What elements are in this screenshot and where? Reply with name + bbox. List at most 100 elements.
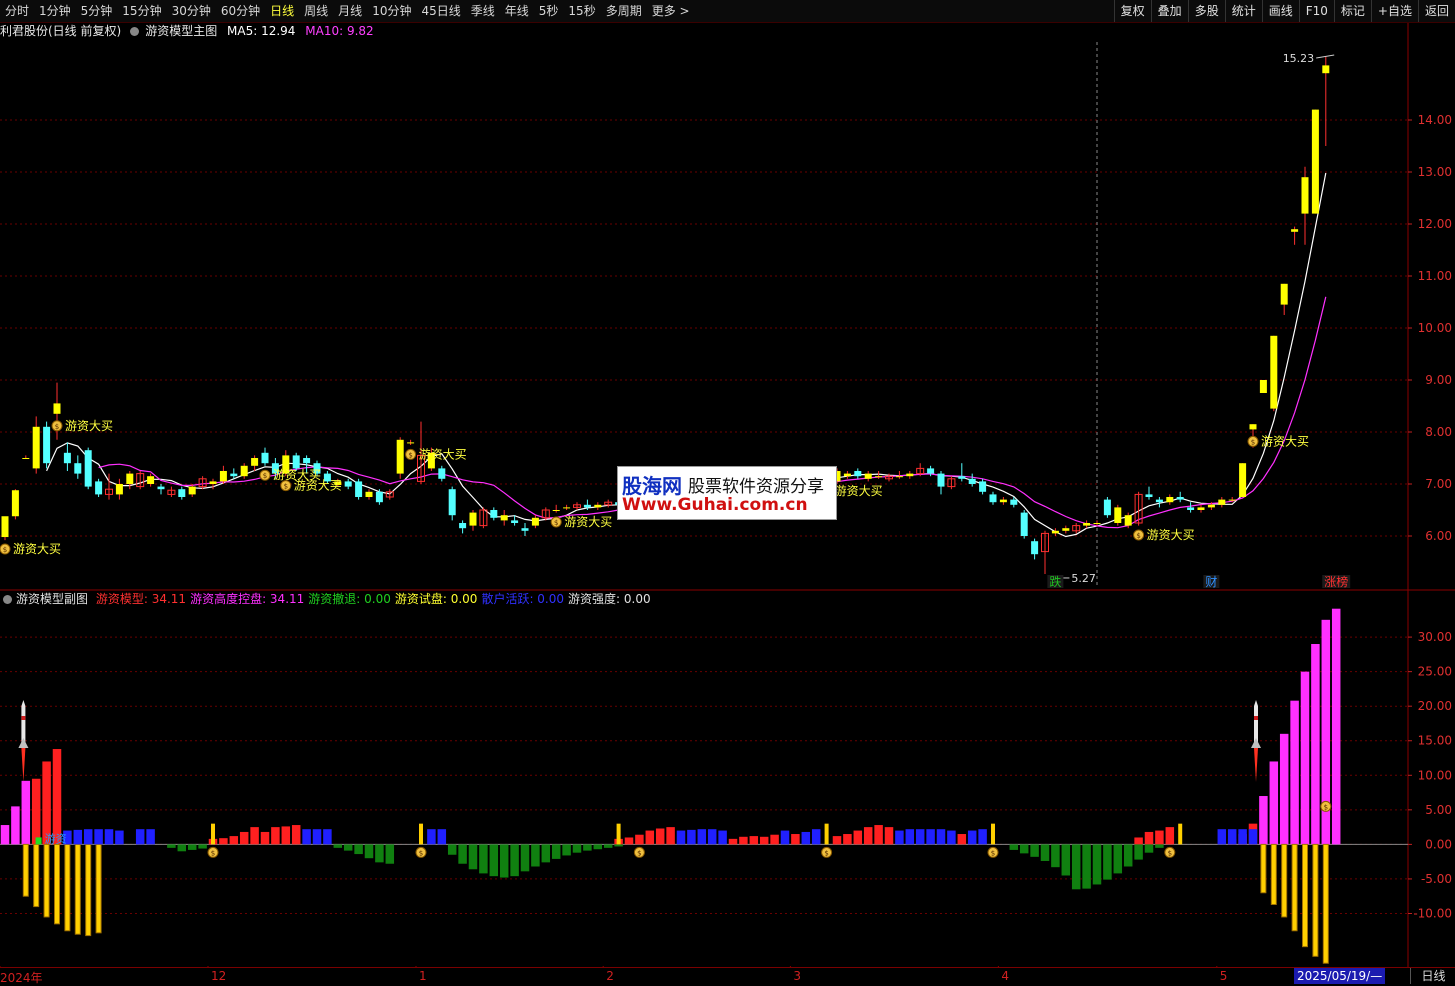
trial-bar <box>1178 823 1183 845</box>
main-tick-label: 10.00 <box>1418 321 1452 335</box>
trial-bar <box>991 823 995 845</box>
indicator-bar <box>1030 844 1039 857</box>
indicator-bar <box>936 829 946 845</box>
trial-bar <box>1291 843 1298 932</box>
signal-label: 游资大买 <box>564 515 612 529</box>
money-bag-glyph: $ <box>991 849 995 857</box>
indicator-bar <box>1113 844 1123 874</box>
rocket-nose <box>21 700 26 706</box>
period-indicator[interactable]: 日线 <box>1410 968 1455 984</box>
indicator-bar <box>655 828 665 845</box>
trial-bar <box>824 823 829 845</box>
candle-body <box>1249 424 1257 430</box>
indicator-bar <box>177 844 187 852</box>
money-bag-glyph: $ <box>263 472 267 480</box>
date-axis: 2024年 12 1 2 3 4 5 2025/05/19/— 日线 <box>0 967 1455 985</box>
indicator-bar <box>271 827 280 845</box>
indicator-bar <box>1092 844 1102 885</box>
main-tick-label: 6.00 <box>1425 529 1452 543</box>
candle-body <box>95 481 103 495</box>
trial-bar <box>1302 843 1308 948</box>
indicator-bar <box>520 844 530 872</box>
candle-body <box>396 439 404 474</box>
candle-body <box>927 468 935 474</box>
signal-label: 游资大买 <box>1147 528 1195 542</box>
indicator-bar <box>333 844 343 848</box>
candle-body <box>1145 494 1153 497</box>
main-tick-label: 14.00 <box>1418 113 1452 127</box>
indicator-bar <box>323 829 332 845</box>
candle-body <box>594 504 602 508</box>
indicator-bar <box>1009 844 1019 850</box>
candle-body <box>1155 499 1163 503</box>
candle-body <box>126 473 134 484</box>
date-label-2: 1 <box>419 969 427 983</box>
indicator-bar <box>1248 829 1258 845</box>
indicator-bar <box>1259 796 1268 845</box>
indicator-bar <box>21 780 31 845</box>
indicator-bar <box>1019 844 1029 854</box>
indicator-bar <box>1217 829 1227 845</box>
indicator-bar <box>687 829 696 845</box>
indicator-bar <box>967 830 977 845</box>
candle-body <box>11 490 19 517</box>
signal-label: 游资大买 <box>65 419 113 433</box>
rocket-nose <box>1254 700 1258 706</box>
candle-body <box>999 499 1007 503</box>
indicator-bar <box>905 829 915 845</box>
indicator-bar <box>541 844 551 863</box>
indicator-bar <box>1061 844 1071 876</box>
rocket-flame <box>21 748 26 782</box>
candle-body <box>251 458 259 466</box>
candle-body <box>219 471 227 482</box>
trial-bar <box>1322 843 1329 964</box>
trial-bar <box>419 823 423 845</box>
candle-body <box>469 512 477 526</box>
candle-body <box>1176 497 1184 500</box>
indicator-bar <box>83 829 93 845</box>
candle-body <box>355 481 363 497</box>
candle-body <box>937 473 945 487</box>
candle-body <box>511 520 519 523</box>
indicator-bar <box>1134 837 1143 845</box>
rocket-stripe <box>21 716 26 720</box>
indicator-bar <box>895 830 904 845</box>
indicator-bar <box>676 830 686 845</box>
candle-body <box>32 426 40 469</box>
indicator-bar <box>551 844 561 859</box>
indicator-bar <box>728 838 738 845</box>
buy-signal: $ 游资大买 <box>405 447 467 461</box>
trial-bar <box>74 843 81 935</box>
indicator-bar <box>1279 733 1289 845</box>
indicator-bar <box>1051 844 1060 868</box>
indicator-bar <box>458 844 467 864</box>
small-marker <box>35 837 42 845</box>
indicator-bar <box>624 837 634 845</box>
candle-body <box>1322 65 1330 74</box>
rocket-flame <box>1254 748 1258 782</box>
candle-body <box>261 452 269 464</box>
indicator-bar <box>0 825 10 845</box>
candle-body <box>344 481 352 487</box>
candle-body <box>1280 283 1288 305</box>
small-label: 游资 <box>45 832 67 845</box>
candle-body <box>864 473 872 479</box>
candle-body <box>583 504 591 508</box>
candle-body <box>500 515 508 521</box>
indicator-bar <box>718 830 727 845</box>
indicator-bar <box>593 844 603 850</box>
indicator-bar <box>1040 844 1050 861</box>
indicator-bar <box>843 834 852 845</box>
indicator-bar <box>73 829 83 845</box>
sub-tick-label: 10.00 <box>1418 768 1452 782</box>
candle-body <box>843 473 851 477</box>
sub-tick-label: 15.00 <box>1418 734 1452 748</box>
indicator-bar <box>447 844 457 855</box>
candle-body <box>1103 499 1111 516</box>
cursor-date: 2025/05/19/— <box>1294 968 1386 984</box>
signal-label: 游资大买 <box>1261 434 1309 448</box>
candle-body <box>292 455 300 469</box>
money-bag-glyph: $ <box>419 849 423 857</box>
indicator-bar <box>1300 671 1310 845</box>
main-tick-label: 7.00 <box>1425 477 1452 491</box>
